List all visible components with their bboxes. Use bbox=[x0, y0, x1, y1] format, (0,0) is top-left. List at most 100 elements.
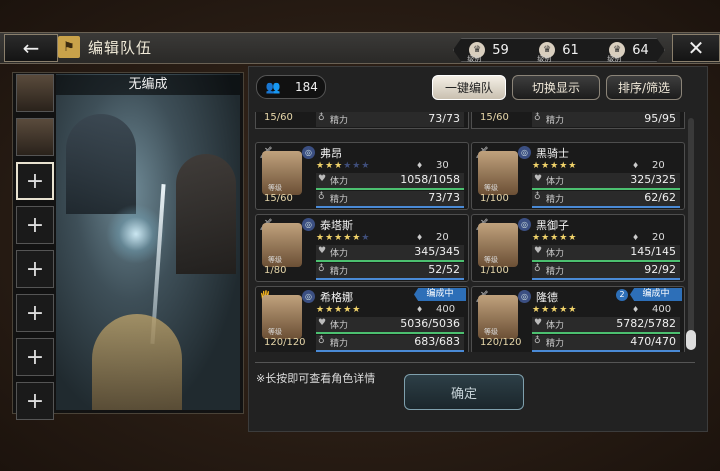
hp-row: ♥ 体力 145/145 bbox=[532, 245, 680, 260]
title-wrap: ⚑ 编辑队伍 bbox=[58, 34, 152, 60]
party-slot-add[interactable]: + bbox=[16, 338, 54, 376]
level-icon: ♛ 级别 bbox=[467, 42, 486, 62]
character-name: 泰塔斯 bbox=[320, 219, 353, 232]
level-value: 120/120 bbox=[480, 337, 522, 348]
party-slot-add[interactable]: + bbox=[16, 162, 54, 200]
hp-row: ♥ 体力 325/325 bbox=[532, 173, 680, 188]
jp-value: 30 bbox=[436, 160, 449, 171]
sp-row: ♁ 精力 683/683 bbox=[316, 335, 464, 350]
hp-bar bbox=[532, 332, 680, 334]
character-card-partial[interactable]: 15/60 ♁ 精力 95/95 bbox=[471, 112, 685, 129]
plus-icon: + bbox=[25, 212, 45, 238]
character-card[interactable]: 🗡等级1/80◎泰塔斯★★★★★★♦20♥体力345/345♁精力52/52 bbox=[255, 214, 469, 282]
party-slot-list: + + + + + + bbox=[16, 74, 54, 420]
art-figure bbox=[176, 154, 236, 274]
character-name: 黑御子 bbox=[536, 219, 569, 232]
level-stats: ♛ 级别 59 ♛ 级别 61 ♛ 级别 64 bbox=[453, 38, 665, 62]
character-card-partial[interactable]: 15/60 ♁ 精力 73/73 bbox=[255, 112, 469, 129]
rarity-stars: ★★★★★ bbox=[532, 305, 578, 315]
character-card[interactable]: 🗡等级1/100◎黑御子★★★★★♦20♥体力145/145♁精力92/92 bbox=[471, 214, 685, 282]
sort-filter-button[interactable]: 排序/筛选 bbox=[606, 75, 682, 100]
sp-bar bbox=[316, 278, 464, 280]
roster-count: 👥 184 bbox=[256, 75, 326, 99]
element-icon: ◎ bbox=[518, 146, 531, 159]
level-label: 等级 bbox=[484, 184, 498, 192]
rarity-stars: ★★★★★ bbox=[532, 161, 578, 171]
level-label: 等级 bbox=[484, 328, 498, 336]
jp-icon: ♦ bbox=[416, 233, 424, 242]
character-name: 希格娜 bbox=[320, 291, 353, 304]
plus-icon: + bbox=[25, 256, 45, 282]
jp-icon: ♦ bbox=[416, 161, 424, 170]
party-slot-add[interactable]: + bbox=[16, 382, 54, 420]
character-card[interactable]: 🗡等级120/120◎隆德★★★★★♦400♥体力5782/5782♁精力470… bbox=[471, 286, 685, 352]
level-label: 等级 bbox=[268, 184, 282, 192]
hp-bar bbox=[316, 260, 464, 262]
plus-icon: + bbox=[25, 344, 45, 370]
stat-value: 59 bbox=[492, 42, 509, 58]
sp-bar bbox=[532, 350, 680, 352]
jp-value: 20 bbox=[652, 232, 665, 243]
hp-row: ♥ 体力 345/345 bbox=[316, 245, 464, 260]
element-icon: ◎ bbox=[302, 218, 315, 231]
party-slot-add[interactable]: + bbox=[16, 206, 54, 244]
jp-value: 400 bbox=[652, 304, 672, 315]
jp-value: 20 bbox=[652, 160, 665, 171]
hp-row: ♥ 体力 5782/5782 bbox=[532, 317, 680, 332]
auto-party-button[interactable]: 一键编队 bbox=[432, 75, 506, 100]
list-scrollbar[interactable] bbox=[688, 118, 694, 350]
level-value: 1/80 bbox=[264, 265, 287, 276]
character-name: 黑骑士 bbox=[536, 147, 569, 160]
party-artwork bbox=[56, 74, 240, 410]
level-value: 120/120 bbox=[264, 337, 306, 348]
level-icon: ♛ 级别 bbox=[537, 42, 556, 62]
element-icon: ◎ bbox=[518, 290, 531, 303]
element-icon: ◎ bbox=[518, 218, 531, 231]
level-value: 15/60 bbox=[264, 193, 293, 204]
sp-row: ♁ 精力 52/52 bbox=[316, 263, 464, 278]
sp-bar bbox=[316, 206, 464, 208]
character-card[interactable]: 🗡等级1/100◎黑骑士★★★★★♦20♥体力325/325♁精力62/62 bbox=[471, 142, 685, 210]
character-card[interactable]: 🗡等级15/60◎弗昂★★★★★★♦30♥体力1058/1058♁精力73/73 bbox=[255, 142, 469, 210]
jp-icon: ♦ bbox=[632, 233, 640, 242]
party-slot-add[interactable]: + bbox=[16, 294, 54, 332]
team-icon: ⚑ bbox=[58, 36, 80, 58]
party-number-badge: 2 bbox=[616, 289, 628, 301]
close-button[interactable]: ✕ bbox=[672, 34, 720, 62]
sp-row: ♁ 精力 92/92 bbox=[532, 263, 680, 278]
character-name: 弗昂 bbox=[320, 147, 342, 160]
divider bbox=[255, 362, 695, 363]
stat-2: ♛ 级别 61 bbox=[537, 42, 579, 62]
character-card[interactable]: 🖐等级120/120◎希格娜★★★★★♦400♥体力5036/5036♁精力68… bbox=[255, 286, 469, 352]
jp-value: 20 bbox=[436, 232, 449, 243]
art-figure bbox=[92, 314, 182, 410]
character-name: 隆德 bbox=[536, 291, 558, 304]
plus-icon: + bbox=[25, 300, 45, 326]
stat-value: 64 bbox=[632, 42, 649, 58]
sp-bar bbox=[532, 206, 680, 208]
scroll-thumb[interactable] bbox=[686, 330, 696, 350]
sp-bar bbox=[532, 278, 680, 280]
rarity-stars: ★★★★★ bbox=[532, 233, 578, 243]
back-button[interactable]: ← bbox=[4, 34, 58, 62]
confirm-button[interactable]: 确定 bbox=[404, 374, 524, 410]
back-arrow-icon: ← bbox=[22, 36, 40, 60]
stat-3: ♛ 级别 64 bbox=[607, 42, 649, 62]
party-slot-portrait[interactable] bbox=[16, 118, 54, 156]
element-icon: ◎ bbox=[302, 290, 315, 303]
close-icon: ✕ bbox=[687, 36, 705, 60]
switch-display-button[interactable]: 切换显示 bbox=[512, 75, 600, 100]
plus-icon: + bbox=[25, 168, 45, 194]
party-slot-portrait[interactable] bbox=[16, 74, 54, 112]
stat-value: 61 bbox=[562, 42, 579, 58]
people-icon: 👥 bbox=[265, 80, 281, 94]
hp-bar bbox=[316, 188, 464, 190]
rarity-stars: ★★★★★ bbox=[316, 305, 362, 315]
party-slot-add[interactable]: + bbox=[16, 250, 54, 288]
hp-row: ♥ 体力 1058/1058 bbox=[316, 173, 464, 188]
jp-value: 400 bbox=[436, 304, 456, 315]
level-icon: ♛ 级别 bbox=[607, 42, 626, 62]
in-party-tag: 编成中 bbox=[630, 288, 682, 301]
character-list: 15/60 ♁精力73/73 15/60 ♁精力95/95 🗡等级15/60◎弗… bbox=[255, 112, 685, 352]
hp-bar bbox=[316, 332, 464, 334]
